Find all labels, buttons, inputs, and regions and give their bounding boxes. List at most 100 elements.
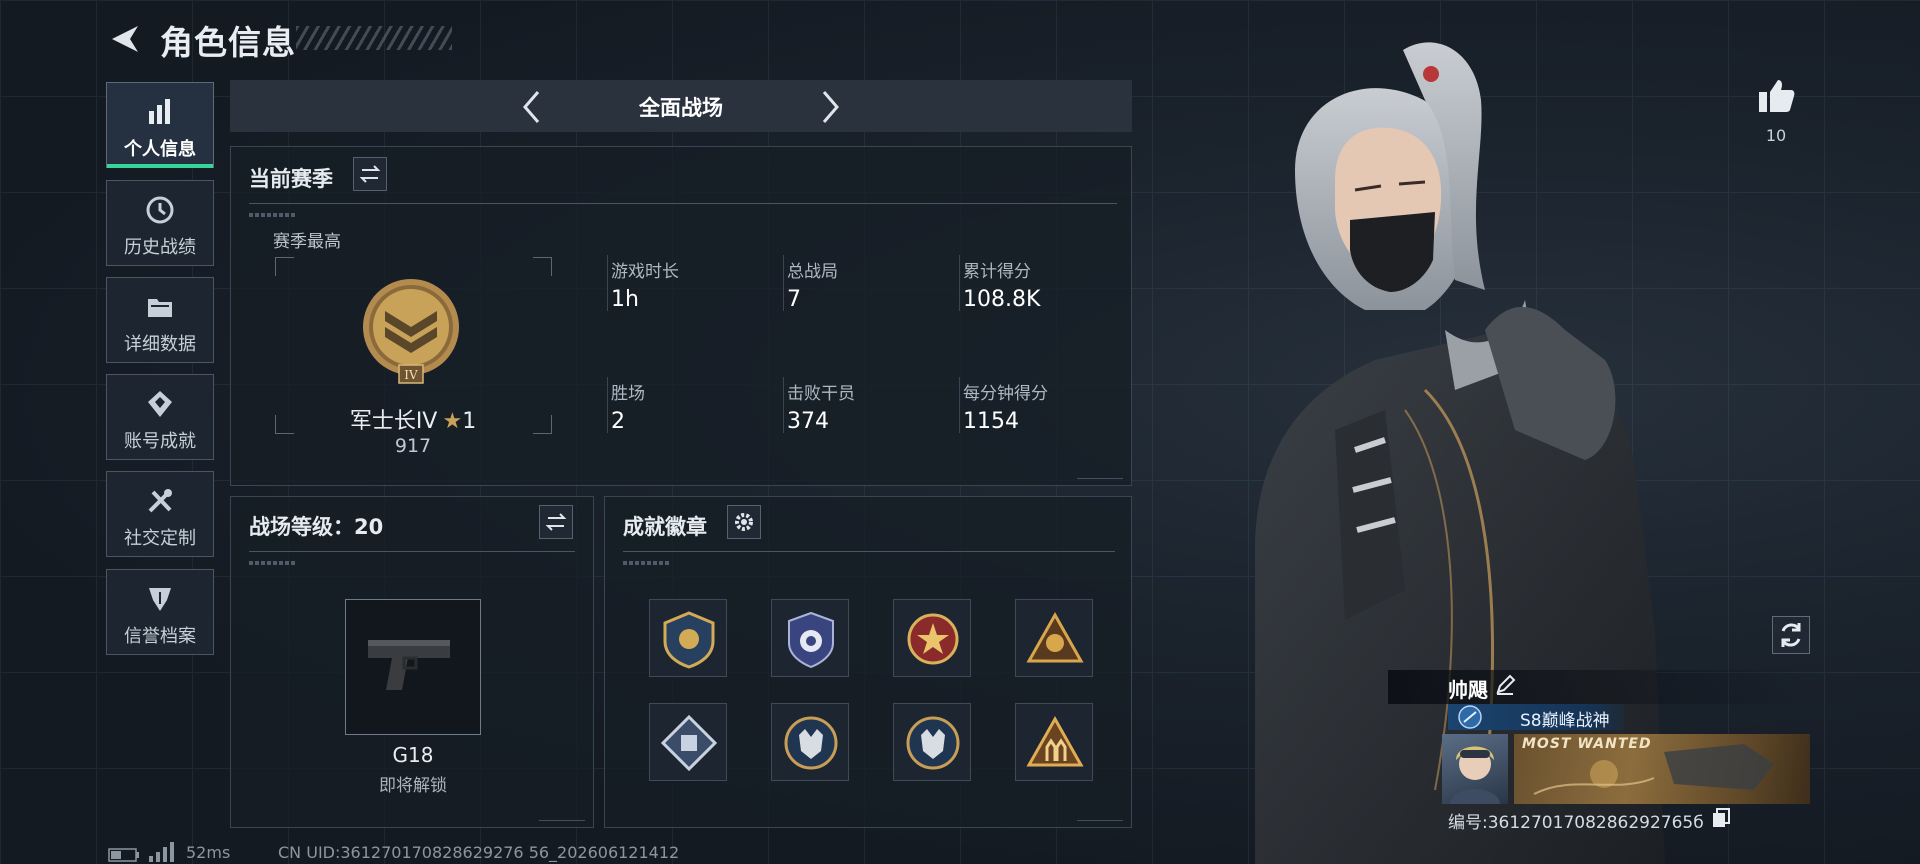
rank-emblem-icon: IV (363, 279, 459, 384)
badge-3[interactable] (893, 599, 971, 677)
stat-value: 7 (787, 287, 801, 312)
star-medal-badge-icon (907, 613, 959, 665)
weapon-reward-slot[interactable] (345, 599, 481, 735)
edit-pencil-icon[interactable] (1494, 674, 1516, 696)
badge-7[interactable] (893, 703, 971, 781)
season-panel-title: 当前赛季 (249, 167, 333, 191)
rank-numeral: IV (404, 368, 418, 382)
badge-8[interactable] (1015, 703, 1093, 781)
folder-icon (148, 299, 172, 317)
panel-corner-decoration (1077, 468, 1123, 479)
star-count: 1 (462, 409, 477, 434)
achievement-icon (148, 391, 172, 417)
title-decoration (296, 26, 452, 50)
divider (249, 551, 575, 552)
stat-divider (959, 377, 960, 433)
stat-label: 游戏时长 (611, 262, 679, 282)
sidebar-item-achievements[interactable]: 账号成就 (106, 374, 214, 460)
stat-label: 每分钟得分 (963, 384, 1048, 404)
wolf-medal-badge-icon (906, 716, 960, 770)
diamond-badge-icon (660, 714, 718, 772)
stat-value: 2 (611, 409, 625, 434)
sidebar-item-label: 信誉档案 (124, 626, 196, 647)
weapon-name: G18 (392, 743, 434, 767)
back-arrow-icon[interactable] (108, 22, 142, 56)
signal-icon (149, 842, 174, 862)
stat-label: 累计得分 (963, 262, 1031, 282)
triangle-emblem-badge-icon (1026, 611, 1084, 663)
history-icon (146, 196, 174, 224)
sidebar-item-label: 个人信息 (124, 139, 196, 160)
badges-panel-title: 成就徽章 (623, 515, 707, 539)
avatar-portrait (1450, 746, 1500, 804)
copy-icon[interactable] (1712, 808, 1730, 828)
badge-4[interactable] (1015, 599, 1093, 677)
season-panel: 当前赛季 赛季最高 IV 军士长IV ★1 917 游戏时长 1h 总战局 7 … (230, 146, 1132, 486)
badge-1[interactable] (649, 599, 727, 677)
achievement-badges-panel: 成就徽章 (604, 496, 1132, 828)
gear-icon (735, 513, 753, 531)
sidebar-item-personal-info[interactable]: 个人信息 (106, 82, 214, 168)
panel-corner-decoration (1077, 810, 1123, 821)
stat-value: 1154 (963, 409, 1019, 434)
season-switch-button[interactable] (353, 157, 387, 191)
badge-6[interactable] (771, 703, 849, 781)
stat-value: 1h (611, 287, 639, 312)
player-id: 编号:3612701708286292765б (1448, 813, 1704, 833)
refresh-icon (1781, 623, 1801, 647)
rank-name: 军士长IV (349, 409, 438, 434)
stat-divider (607, 255, 608, 311)
badges-settings-button[interactable] (727, 505, 761, 539)
banner-text: MOST WANTED (1522, 736, 1652, 752)
sidebar-item-credit-record[interactable]: 信誉档案 (106, 569, 214, 655)
stat-value: 108.8K (963, 287, 1041, 312)
sidebar-item-label: 账号成就 (124, 431, 196, 452)
sidebar-item-social-customize[interactable]: 社交定制 (106, 471, 214, 557)
decor-bar (249, 213, 297, 217)
season-highest-label: 赛季最高 (273, 232, 341, 252)
credit-shield-icon (149, 588, 171, 611)
police-shield-badge-icon (788, 611, 834, 669)
decor-bar (249, 561, 297, 565)
stat-value: 374 (787, 409, 829, 434)
badge-5[interactable] (649, 703, 727, 781)
battlefield-level-panel: 战场等级：20 G18 即将解锁 (230, 496, 594, 828)
badge-2[interactable] (771, 599, 849, 677)
shield-crest-badge-icon (663, 611, 715, 669)
sidebar-item-label: 历史战绩 (124, 237, 196, 258)
mode-next-chevron-icon[interactable] (818, 88, 842, 126)
player-avatar[interactable] (1442, 734, 1508, 804)
level-switch-button[interactable] (539, 505, 573, 539)
rotate-character-button[interactable] (1772, 616, 1810, 654)
divider (623, 551, 1115, 552)
sidebar-item-history[interactable]: 历史战绩 (106, 180, 214, 266)
level-panel-title: 战场等级：20 (249, 515, 384, 539)
frame-corner (533, 257, 552, 276)
stat-divider (783, 377, 784, 433)
stat-label: 击败干员 (787, 384, 855, 404)
frame-corner (275, 257, 294, 276)
sidebar-item-label: 详细数据 (124, 334, 196, 355)
tools-icon (148, 489, 172, 513)
title-emblem-icon (1458, 705, 1482, 729)
sidebar-item-detailed-data[interactable]: 详细数据 (106, 277, 214, 363)
pistol-icon (368, 640, 450, 690)
player-title-text: S8巅峰战神 (1520, 711, 1610, 731)
stat-label: 胜场 (611, 384, 645, 404)
sidebar-item-label: 社交定制 (124, 528, 196, 549)
frame-corner (275, 415, 294, 434)
weapon-status: 即将解锁 (379, 776, 447, 796)
rank-line: 军士长IV ★1 (343, 403, 483, 435)
player-name: 帅飓 (1448, 678, 1488, 702)
stat-divider (783, 255, 784, 311)
stat-label: 总战局 (787, 262, 838, 282)
wolf-medal-badge-icon (784, 716, 838, 770)
decor-bar (623, 561, 671, 565)
bar-chart-icon (149, 99, 170, 124)
battery-icon (108, 848, 139, 862)
mode-title: 全面战场 (639, 96, 723, 120)
thumbs-up-icon[interactable] (1756, 76, 1796, 116)
swap-icon (545, 513, 567, 531)
swap-icon (359, 165, 381, 183)
rank-score: 917 (394, 435, 432, 457)
